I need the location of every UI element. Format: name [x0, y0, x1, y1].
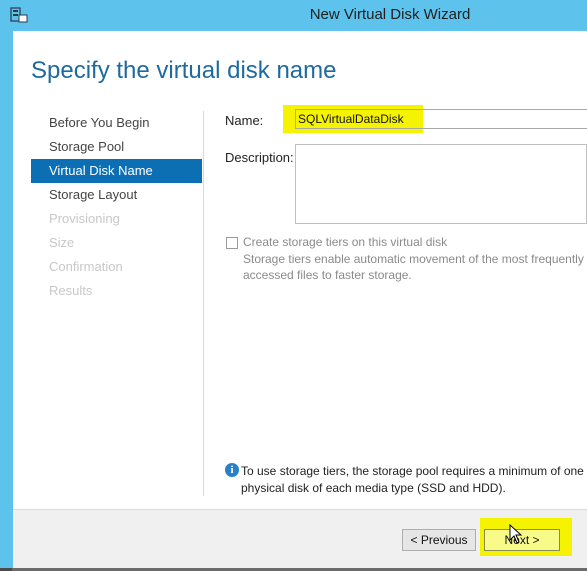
storage-tiers-checkbox[interactable]: [226, 237, 238, 249]
nav-step-provisioning: Provisioning: [49, 211, 120, 226]
nav-step-results: Results: [49, 283, 93, 298]
storage-tiers-info-text: To use storage tiers, the storage pool r…: [241, 464, 584, 495]
mouse-cursor-icon: [509, 523, 523, 548]
nav-step-before-you-begin[interactable]: Before You Begin: [31, 111, 202, 135]
description-textarea[interactable]: [295, 144, 587, 224]
nav-step-virtual-disk-name[interactable]: Virtual Disk Name: [31, 159, 202, 183]
window-title: New Virtual Disk Wizard: [309, 6, 471, 23]
info-icon: i: [225, 463, 239, 477]
nav-step-size: Size: [49, 235, 75, 250]
server-manager-icon: [10, 6, 28, 24]
nav-step-storage-pool[interactable]: Storage Pool: [31, 135, 202, 159]
wizard-footer: < Previous Next >: [13, 509, 587, 568]
description-label: Description:: [225, 150, 294, 165]
previous-button[interactable]: < Previous: [402, 529, 476, 551]
nav-divider: [203, 111, 204, 496]
nav-step-confirmation: Confirmation: [49, 259, 123, 274]
name-input[interactable]: SQLVirtualDataDisk: [295, 109, 587, 129]
storage-tiers-description: Storage tiers enable automatic movement …: [243, 252, 584, 282]
wizard-steps-nav: Before You Begin Storage Pool Virtual Di…: [31, 111, 202, 303]
storage-tiers-checkbox-label[interactable]: Create storage tiers on this virtual dis…: [243, 235, 447, 249]
wizard-window: New Virtual Disk Wizard Specify the virt…: [0, 0, 587, 568]
name-label: Name:: [225, 113, 264, 128]
nav-step-storage-layout[interactable]: Storage Layout: [31, 183, 202, 207]
title-bar[interactable]: New Virtual Disk Wizard: [0, 0, 587, 31]
wizard-content: Specify the virtual disk name Before You…: [13, 31, 587, 568]
page-title: Specify the virtual disk name: [31, 57, 337, 84]
